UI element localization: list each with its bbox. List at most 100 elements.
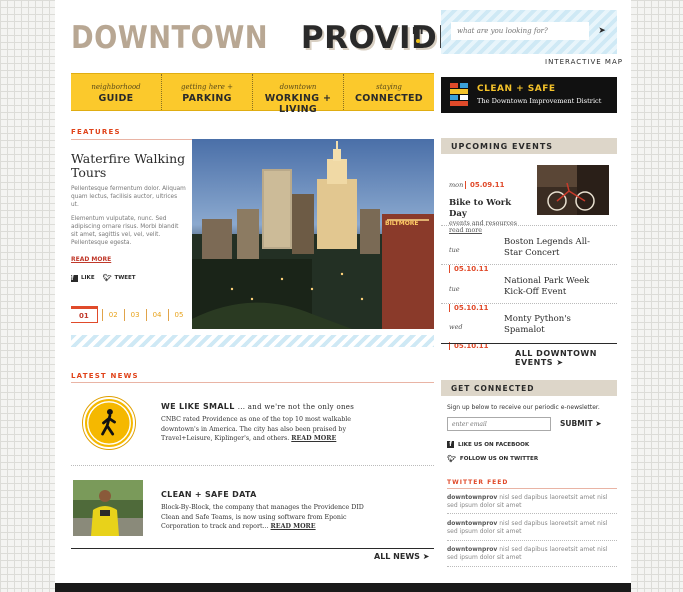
feature-paragraph: Pellentesque fermentum dolor. Aliquam qu…	[71, 186, 186, 208]
nav-big-label: WORKING + LIVING	[264, 93, 332, 115]
nav-item-guide[interactable]: neighborhood GUIDE	[71, 74, 161, 110]
clean-safe-banner[interactable]: CLEAN + SAFE The Downtown Improvement Di…	[441, 77, 617, 113]
event-date: 05.10.11	[449, 304, 489, 312]
pager-item[interactable]: 04	[145, 308, 168, 321]
newsletter-email-input[interactable]	[447, 417, 551, 431]
event-date: 05.09.11	[465, 181, 505, 189]
tweet-divider	[447, 566, 617, 567]
event-item[interactable]: tue 05.10.11 National Park Week Kick-Off …	[449, 276, 611, 314]
get-connected-heading: GET CONNECTED	[441, 380, 617, 396]
news-body: Block-By-Block, the company that manages…	[161, 503, 366, 532]
news-bottom-rule	[71, 548, 434, 549]
nav-small-label: downtown	[279, 83, 317, 91]
feature-paragraph: Elementum vulputate, nunc. Sed adipiscin…	[71, 216, 179, 246]
news-body: CNBC rated Providence as one of the top …	[161, 415, 366, 444]
twitter-bird-icon: 🐦︎	[447, 455, 456, 463]
all-downtown-events-link[interactable]: ALL DOWNTOWN EVENTS ➤	[515, 349, 631, 367]
pedestrian-walk-icon	[83, 397, 135, 449]
events-bottom-rule	[441, 343, 617, 344]
event-day: tue	[449, 246, 460, 254]
tweet-label: TWEET	[114, 275, 136, 281]
tweet-divider	[447, 513, 617, 514]
twitter-link[interactable]: 🐦︎ FOLLOW US ON TWITTER	[447, 455, 538, 463]
interactive-map-link[interactable]: INTERACTIVE MAP	[545, 58, 623, 66]
event-name: National Park Week Kick-Off Event	[504, 276, 590, 297]
event-read-more-link[interactable]: read more	[449, 227, 611, 234]
event-divider	[441, 225, 617, 226]
feature-hero-image[interactable]: BILTMORE	[192, 139, 434, 329]
tweet-user[interactable]: downtownprov	[447, 494, 497, 501]
news-divider	[71, 465, 434, 466]
nav-item-connected[interactable]: staying CONNECTED	[343, 74, 434, 110]
search-area: ➤	[441, 10, 617, 54]
news-title-text: CLEAN + SAFE DATA	[161, 490, 257, 499]
event-name: Monty Python's Spamalot	[504, 314, 571, 335]
news-title[interactable]: CLEAN + SAFE DATA	[161, 490, 257, 499]
facebook-icon: f	[447, 441, 454, 448]
news-read-more-link[interactable]: READ MORE	[271, 523, 316, 530]
tweet-item[interactable]: downtownprov nisl sed dapibus laoreetsit…	[447, 494, 617, 510]
feature-read-more-link[interactable]: READ MORE	[71, 256, 111, 263]
upcoming-events-heading: UPCOMING EVENTS	[441, 138, 617, 154]
event-date: 05.10.11	[449, 265, 489, 273]
event-day: tue	[449, 285, 460, 293]
nav-item-parking[interactable]: getting here + PARKING	[161, 74, 252, 110]
search-button[interactable]: ➤	[593, 22, 611, 40]
event-day: mon	[449, 181, 464, 189]
pager-item[interactable]: 02	[101, 308, 124, 321]
clean-safe-subtitle: The Downtown Improvement District	[477, 97, 602, 105]
event-photo-bikes[interactable]	[537, 165, 609, 215]
event-divider	[441, 264, 617, 265]
main-nav: neighborhood GUIDE getting here + PARKIN…	[71, 73, 434, 115]
tweet-user[interactable]: downtownprov	[447, 520, 497, 527]
nav-big-label: GUIDE	[98, 93, 134, 104]
nav-small-label: getting here +	[181, 83, 233, 91]
latest-news-divider	[71, 382, 434, 383]
news-title-text: WE LIKE SMALL	[161, 402, 235, 411]
newsletter-text: Sign up below to receive our periodic e-…	[447, 404, 600, 411]
clean-safe-logo-icon	[450, 83, 468, 106]
twitter-feed-divider	[447, 488, 617, 489]
event-day: wed	[449, 323, 463, 331]
logo-dot	[416, 39, 420, 43]
clean-safe-title: CLEAN + SAFE	[477, 84, 556, 94]
latest-news-heading: LATEST NEWS	[71, 372, 139, 380]
twitter-link-label: FOLLOW US ON TWITTER	[459, 456, 539, 462]
nav-big-label: PARKING	[182, 93, 232, 104]
news-photo-worker[interactable]	[73, 480, 143, 536]
event-divider	[441, 303, 617, 304]
decorative-stripe-bar	[71, 335, 434, 347]
all-news-link[interactable]: ALL NEWS ➤	[374, 552, 429, 561]
tweet-user[interactable]: downtownprov	[447, 546, 497, 553]
news-title[interactable]: WE LIKE SMALL ... and we're not the only…	[161, 402, 354, 411]
newsletter-submit-button[interactable]: SUBMIT ➤	[560, 419, 601, 428]
page: DOWNTOWNPROVIDENCE RI ➤ INTERACTIVE MAP …	[55, 0, 631, 592]
news-read-more-link[interactable]: READ MORE	[291, 435, 336, 442]
nav-item-working-living[interactable]: downtown WORKING + LIVING	[252, 74, 343, 115]
twitter-feed-heading: TWITTER FEED	[447, 479, 509, 486]
event-item[interactable]: wed05.10.11 Monty Python's Spamalot	[449, 314, 611, 352]
footer-bar	[55, 583, 631, 592]
facebook-link[interactable]: f LIKE US ON FACEBOOK	[447, 441, 529, 448]
tweet-item[interactable]: downtownprov nisl sed dapibus laoreetsit…	[447, 520, 617, 536]
facebook-link-label: LIKE US ON FACEBOOK	[458, 441, 530, 448]
pager-item[interactable]: 03	[123, 308, 146, 321]
nav-small-label: neighborhood	[91, 83, 141, 91]
tweet-button[interactable]: 🐦︎ TWEET	[103, 274, 136, 282]
feature-title[interactable]: Waterfire Walking Tours	[71, 152, 186, 180]
tweet-divider	[447, 540, 617, 541]
feature-pager: 01 02 03 04 05	[71, 306, 189, 323]
news-body-text: Block-By-Block, the company that manages…	[161, 504, 364, 530]
news-title-tail: ... and we're not the only ones	[237, 403, 355, 411]
event-item[interactable]: tue 05.10.11 Boston Legends All-Star Conc…	[449, 237, 611, 275]
svg-text:BILTMORE: BILTMORE	[385, 220, 419, 227]
pager-item[interactable]: 01	[71, 306, 98, 323]
pager-item[interactable]: 05	[167, 308, 190, 321]
tweet-item[interactable]: downtownprov nisl sed dapibus laoreetsit…	[447, 546, 617, 562]
like-button[interactable]: f LIKE	[71, 274, 95, 282]
logo-ri: RI	[412, 26, 424, 37]
event-name: Bike to Work Day	[449, 198, 512, 219]
search-input[interactable]	[451, 22, 589, 40]
nav-small-label: staying	[376, 83, 402, 91]
facebook-icon: f	[71, 274, 78, 282]
